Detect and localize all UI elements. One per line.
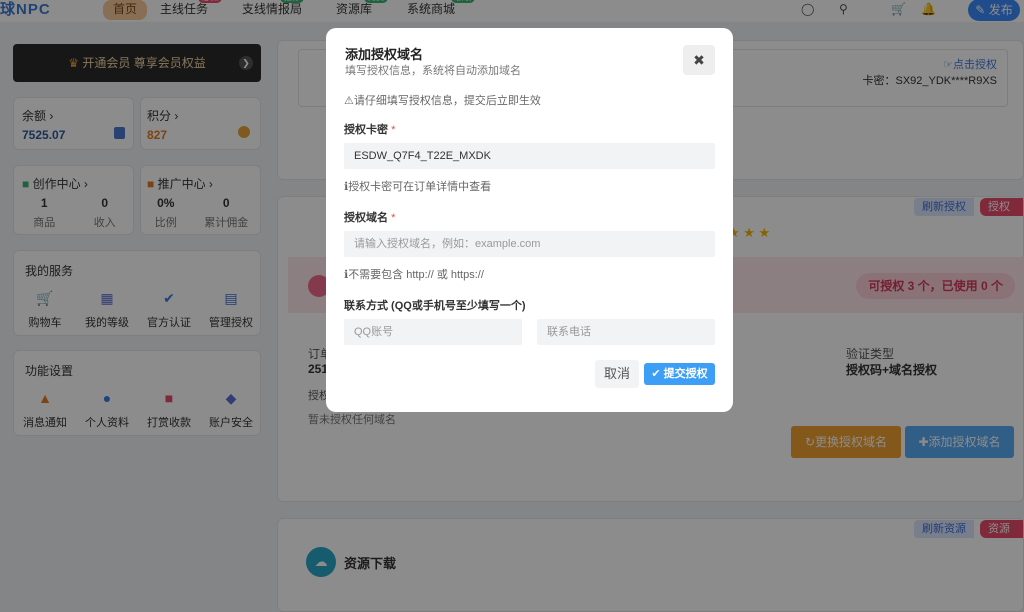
domain-label: 授权域名 * (344, 209, 395, 225)
domain-hint-text: 不需要包含 http:// 或 https:// (348, 269, 484, 281)
qq-input[interactable] (344, 319, 522, 345)
warning-icon: ⚠ (344, 95, 354, 107)
modal-notice: ⚠请仔细填写授权信息，提交后立即生效 (344, 92, 541, 108)
domain-hint: ℹ不需要包含 http:// 或 https:// (344, 266, 484, 282)
submit-label: 提交授权 (663, 368, 708, 380)
card-key-label-text: 授权卡密 (344, 124, 388, 136)
required-mark: * (391, 212, 396, 224)
phone-input[interactable] (537, 319, 715, 345)
close-button[interactable]: ✖ (683, 45, 715, 75)
card-key-hint-text: 授权卡密可在订单详情中查看 (348, 181, 492, 193)
domain-input[interactable] (344, 231, 715, 257)
modal-subtitle: 填写授权信息，系统将自动添加域名 (345, 65, 521, 77)
add-domain-modal: 添加授权域名 填写授权信息，系统将自动添加域名 ✖ ⚠请仔细填写授权信息，提交后… (326, 28, 733, 412)
domain-label-text: 授权域名 (344, 212, 388, 224)
submit-button[interactable]: ✔ 提交授权 (644, 363, 715, 385)
card-key-hint: ℹ授权卡密可在订单详情中查看 (344, 178, 491, 194)
cancel-button[interactable]: 取消 (595, 360, 639, 388)
close-icon: ✖ (693, 52, 705, 68)
card-key-input[interactable] (344, 143, 715, 169)
card-key-label: 授权卡密 * (344, 121, 395, 137)
modal-title: 添加授权域名 (345, 47, 424, 62)
required-mark: * (391, 124, 396, 136)
check-icon: ✔ (651, 368, 661, 380)
contact-label: 联系方式 (QQ或手机号至少填写一个) (344, 300, 526, 312)
modal-notice-text: 请仔细填写授权信息，提交后立即生效 (353, 95, 541, 107)
page: 球NPC 首页 主线任务必做 支线情报局推荐 资源库免费 系统商城领取 ◯ ⚲ … (0, 0, 1024, 612)
